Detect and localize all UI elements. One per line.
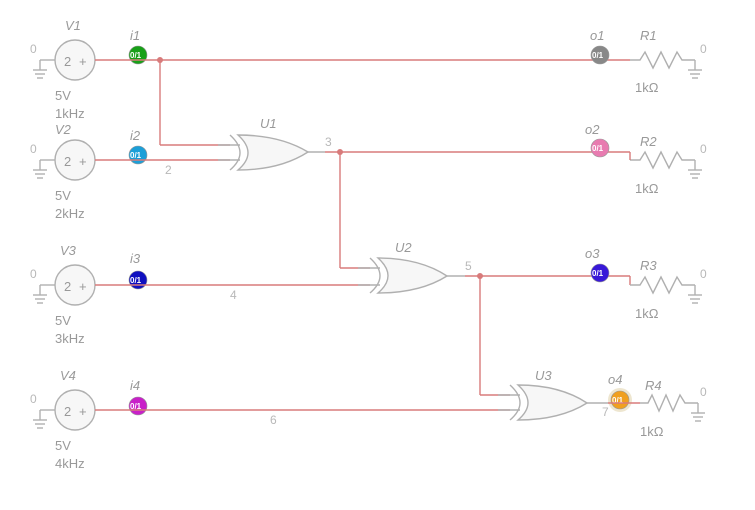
probe-i1[interactable]: i1 0/1: [129, 28, 147, 64]
svg-text:5V: 5V: [55, 188, 71, 203]
svg-text:i3: i3: [130, 251, 141, 266]
svg-text:o1: o1: [590, 28, 604, 43]
svg-text:3: 3: [325, 135, 332, 149]
resistor-r3[interactable]: R3 1kΩ 0: [630, 258, 707, 321]
source-freq-v1: 1kHz: [55, 106, 85, 121]
source-inner-v1: 2: [64, 54, 71, 69]
resistor-r2[interactable]: R2 1kΩ 0: [630, 134, 707, 196]
svg-text:R4: R4: [645, 378, 662, 393]
svg-text:o3: o3: [585, 246, 600, 261]
gate-u3[interactable]: U3: [498, 368, 608, 420]
svg-text:1kΩ: 1kΩ: [635, 306, 659, 321]
svg-text:2: 2: [165, 163, 172, 177]
svg-text:0/1: 0/1: [130, 151, 142, 160]
svg-text:4: 4: [230, 288, 237, 302]
svg-text:+: +: [79, 154, 87, 169]
svg-text:2kHz: 2kHz: [55, 206, 85, 221]
svg-text:V4: V4: [60, 368, 76, 383]
svg-text:U1: U1: [260, 116, 277, 131]
svg-text:0: 0: [30, 392, 37, 406]
svg-text:0: 0: [700, 142, 707, 156]
svg-text:1kΩ: 1kΩ: [635, 181, 659, 196]
source-v2[interactable]: 2 + V2 5V 2kHz 0: [30, 122, 95, 221]
svg-text:R1: R1: [640, 28, 657, 43]
svg-text:0: 0: [700, 267, 707, 281]
resistor-r4[interactable]: R4 1kΩ 0: [640, 378, 707, 439]
svg-text:0: 0: [30, 42, 37, 56]
svg-text:2: 2: [64, 404, 71, 419]
svg-text:1kΩ: 1kΩ: [635, 80, 659, 95]
svg-text:i4: i4: [130, 378, 140, 393]
svg-text:5V: 5V: [55, 438, 71, 453]
svg-text:0/1: 0/1: [130, 276, 142, 285]
svg-text:5: 5: [465, 259, 472, 273]
svg-text:0/1: 0/1: [592, 144, 604, 153]
gate-u2[interactable]: U2: [358, 240, 465, 293]
source-v4[interactable]: 2 + V4 5V 4kHz 0: [30, 368, 95, 471]
svg-text:0/1: 0/1: [130, 51, 142, 60]
svg-text:0/1: 0/1: [592, 51, 604, 60]
svg-text:+: +: [79, 279, 87, 294]
source-v3[interactable]: 2 + V3 5V 3kHz 0: [30, 243, 95, 346]
probe-o4[interactable]: o4 0/1: [608, 372, 632, 412]
probe-i2[interactable]: i2 0/1: [129, 128, 147, 164]
svg-text:U3: U3: [535, 368, 552, 383]
svg-text:5V: 5V: [55, 313, 71, 328]
svg-text:0: 0: [30, 142, 37, 156]
svg-text:i1: i1: [130, 28, 140, 43]
svg-text:3kHz: 3kHz: [55, 331, 85, 346]
svg-text:o4: o4: [608, 372, 622, 387]
gate-u1[interactable]: U1: [218, 116, 325, 170]
svg-text:7: 7: [602, 405, 609, 419]
svg-text:+: +: [79, 404, 87, 419]
svg-text:0: 0: [700, 42, 707, 56]
source-name-v1: V1: [65, 18, 81, 33]
svg-text:2: 2: [64, 154, 71, 169]
probe-i3[interactable]: i3 0/1: [129, 251, 147, 289]
svg-text:0: 0: [700, 385, 707, 399]
probe-o1[interactable]: o1 0/1: [590, 28, 609, 64]
svg-text:V3: V3: [60, 243, 77, 258]
svg-text:V2: V2: [55, 122, 72, 137]
svg-text:0/1: 0/1: [592, 269, 604, 278]
svg-text:U2: U2: [395, 240, 412, 255]
source-voltage-v1: 5V: [55, 88, 71, 103]
svg-text:1kΩ: 1kΩ: [640, 424, 664, 439]
svg-text:0: 0: [30, 267, 37, 281]
svg-text:R3: R3: [640, 258, 657, 273]
svg-text:R2: R2: [640, 134, 657, 149]
svg-text:6: 6: [270, 413, 277, 427]
schematic-canvas[interactable]: 2 + V1 5V 1kHz 0 i1 0/1 o1 0/1 R1 1kΩ 0: [0, 0, 755, 510]
svg-text:2: 2: [64, 279, 71, 294]
svg-text:i2: i2: [130, 128, 141, 143]
svg-text:+: +: [79, 54, 87, 69]
svg-text:o2: o2: [585, 122, 600, 137]
resistor-r1[interactable]: R1 1kΩ 0: [630, 28, 707, 95]
source-v1[interactable]: 2 + V1 5V 1kHz 0: [30, 18, 95, 121]
svg-text:4kHz: 4kHz: [55, 456, 85, 471]
